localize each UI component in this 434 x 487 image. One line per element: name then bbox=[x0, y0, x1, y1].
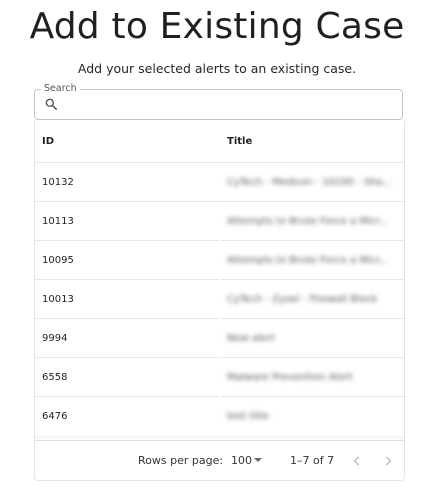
search-field[interactable]: Search bbox=[34, 83, 403, 120]
row-id: 6558 bbox=[42, 372, 68, 383]
row-title: CyTech - Medium - 10195 - Sho... bbox=[227, 177, 393, 188]
table-header: ID Title bbox=[35, 121, 404, 163]
rows-per-page-label: Rows per page: bbox=[138, 454, 224, 467]
rows-per-page-select[interactable]: 100 bbox=[231, 441, 252, 480]
dialog-title: Add to Existing Case bbox=[29, 6, 405, 47]
row-title: test title bbox=[227, 411, 269, 422]
row-title: New alert bbox=[227, 333, 276, 344]
row-title: CyTech - Zyxel - Firewall Block bbox=[227, 294, 378, 305]
search-icon bbox=[45, 98, 58, 111]
row-id: 10013 bbox=[42, 294, 74, 305]
pagination-range: 1–7 of 7 bbox=[290, 454, 335, 467]
row-title: Attempts to Brute Force a Micr... bbox=[227, 255, 390, 266]
table-row[interactable]: 10132 CyTech - Medium - 10195 - Sho... bbox=[35, 163, 404, 202]
row-title: Attempts to Brute Force a Micr... bbox=[227, 216, 390, 227]
table-pagination: Rows per page: 100 1–7 of 7 bbox=[35, 440, 404, 480]
search-input[interactable] bbox=[65, 94, 399, 116]
row-id: 9994 bbox=[42, 333, 68, 344]
row-id: 10113 bbox=[42, 216, 74, 227]
cases-table: ID Title 10132 CyTech - Medium - 10195 -… bbox=[34, 121, 405, 481]
row-title: Malware Prevention Alert bbox=[227, 372, 353, 383]
column-header-title[interactable]: Title bbox=[227, 121, 252, 162]
column-header-id[interactable]: ID bbox=[42, 121, 54, 162]
dialog-subtitle: Add your selected alerts to an existing … bbox=[77, 61, 357, 76]
row-id: 10132 bbox=[42, 177, 74, 188]
column-separator bbox=[219, 202, 221, 438]
row-id: 6476 bbox=[42, 411, 68, 422]
row-id: 10095 bbox=[42, 255, 74, 266]
chevron-left-icon[interactable] bbox=[350, 454, 364, 468]
chevron-right-icon[interactable] bbox=[381, 454, 395, 468]
caret-down-icon[interactable] bbox=[254, 458, 262, 462]
